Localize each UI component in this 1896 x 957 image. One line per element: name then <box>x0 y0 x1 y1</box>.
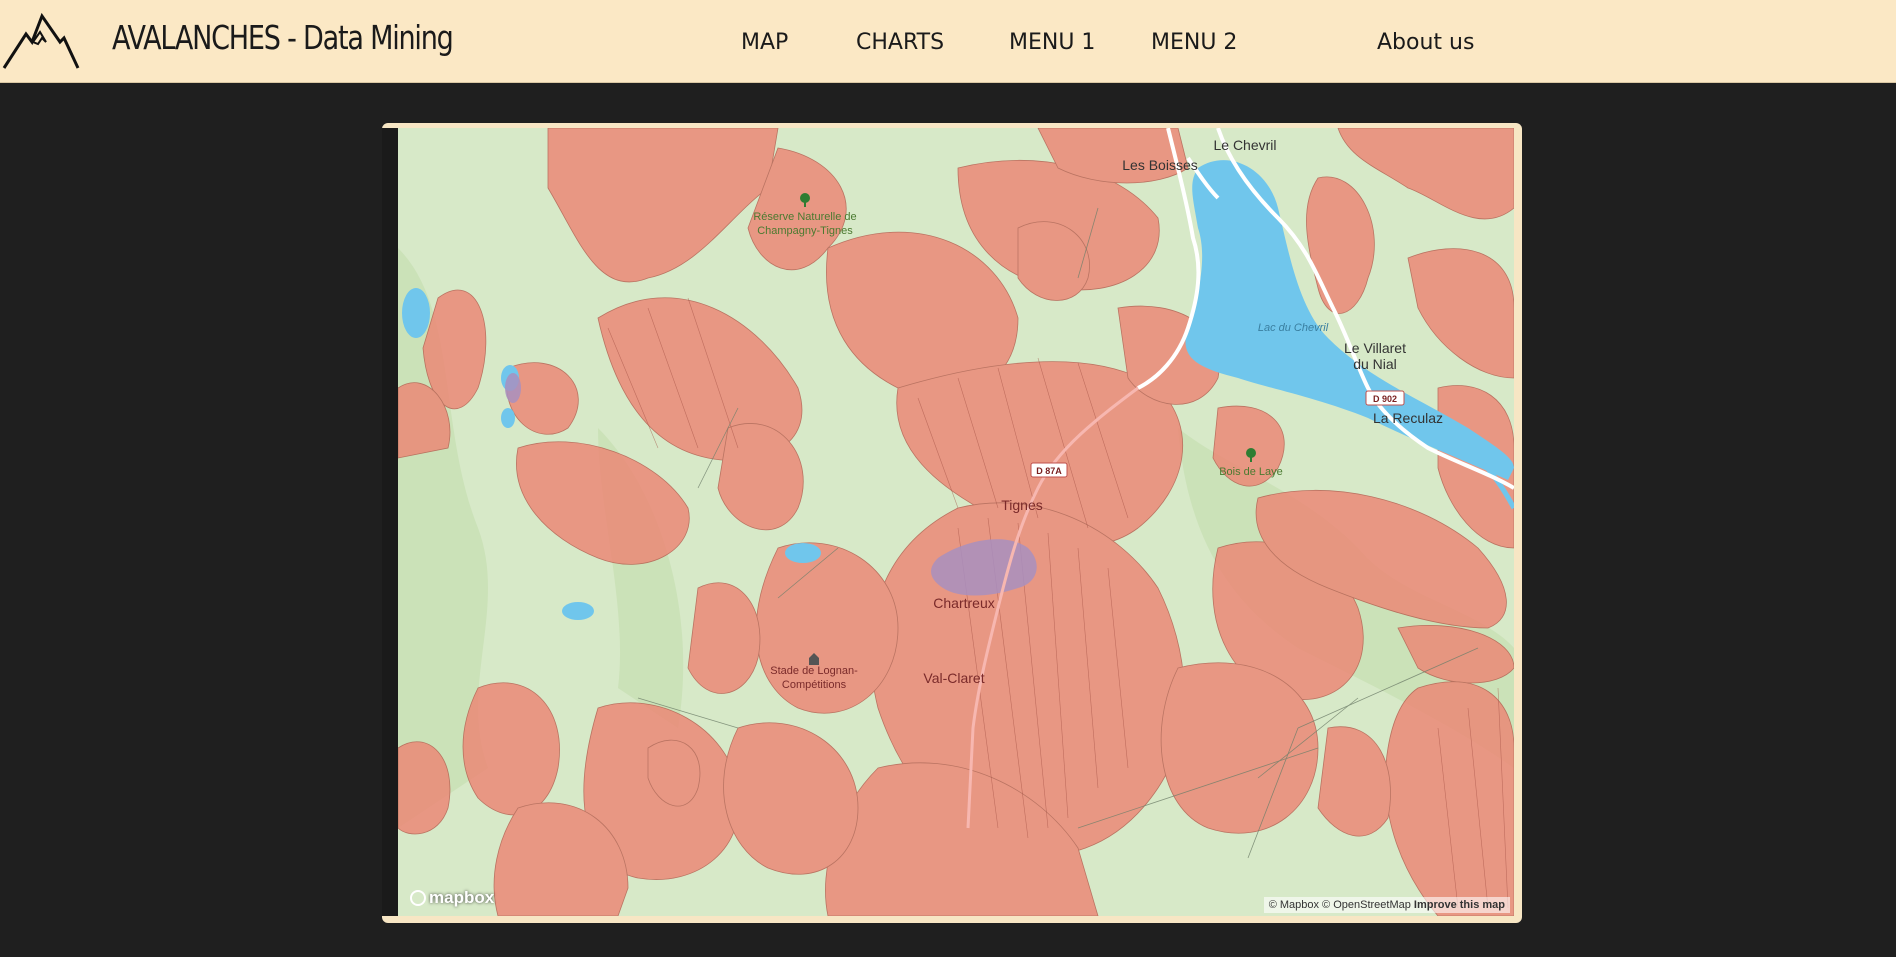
tignes-label: Tignes <box>1001 497 1043 513</box>
top-navbar: AVALANCHES - Data Mining MAP CHARTS MENU… <box>0 0 1896 83</box>
d87a-label: D 87A <box>1036 466 1062 476</box>
lac-du-chevril-label: Lac du Chevril <box>1258 322 1329 334</box>
le-chevril-label: Le Chevril <box>1213 137 1276 153</box>
stade-label-line1: Stade de Lognan- <box>770 665 858 677</box>
le-villaret-label-line2: du Nial <box>1353 356 1397 372</box>
stade-label-line2: Compétitions <box>782 679 847 691</box>
nav-charts-link[interactable]: CHARTS <box>856 30 944 55</box>
d902-label: D 902 <box>1373 394 1397 404</box>
attribution-text[interactable]: © Mapbox © OpenStreetMap <box>1269 899 1411 911</box>
nav-about-link[interactable]: About us <box>1377 30 1474 55</box>
road-shield-d87a: D 87A <box>1030 462 1068 478</box>
reserve-label-line1: Réserve Naturelle de <box>753 211 856 223</box>
avalanche-zones[interactable] <box>398 128 1514 916</box>
la-reculaz-label: La Reculaz <box>1373 410 1443 426</box>
mountain-logo-icon[interactable] <box>2 12 80 72</box>
map-attribution: © Mapbox © OpenStreetMap Improve this ma… <box>1263 897 1510 913</box>
les-boisses-label: Les Boisses <box>1122 157 1197 173</box>
map-canvas[interactable]: D 87A D 902 Réserve Naturelle de Champag… <box>398 128 1514 916</box>
road-shield-d902: D 902 <box>1365 390 1405 406</box>
mapbox-logo[interactable]: mapbox <box>410 888 494 908</box>
map-viewport[interactable]: D 87A D 902 Réserve Naturelle de Champag… <box>382 128 1514 916</box>
nav-map-link[interactable]: MAP <box>741 30 788 55</box>
reserve-label-line2: Champagny-Tignes <box>757 225 853 237</box>
improve-map-link[interactable]: Improve this map <box>1414 899 1505 911</box>
val-claret-label: Val-Claret <box>923 670 984 686</box>
brand-title[interactable]: AVALANCHES - Data Mining <box>112 18 454 57</box>
le-villaret-label-line1: Le Villaret <box>1344 340 1406 356</box>
small-purple-area[interactable] <box>505 373 521 403</box>
chartreux-label: Chartreux <box>933 595 994 611</box>
nav-menu1-link[interactable]: MENU 1 <box>1009 30 1095 55</box>
nav-menu2-link[interactable]: MENU 2 <box>1151 30 1237 55</box>
bois-de-laye-label: Bois de Laye <box>1219 466 1283 478</box>
mapbox-logo-icon <box>410 890 426 906</box>
mapbox-logo-text: mapbox <box>429 888 495 907</box>
